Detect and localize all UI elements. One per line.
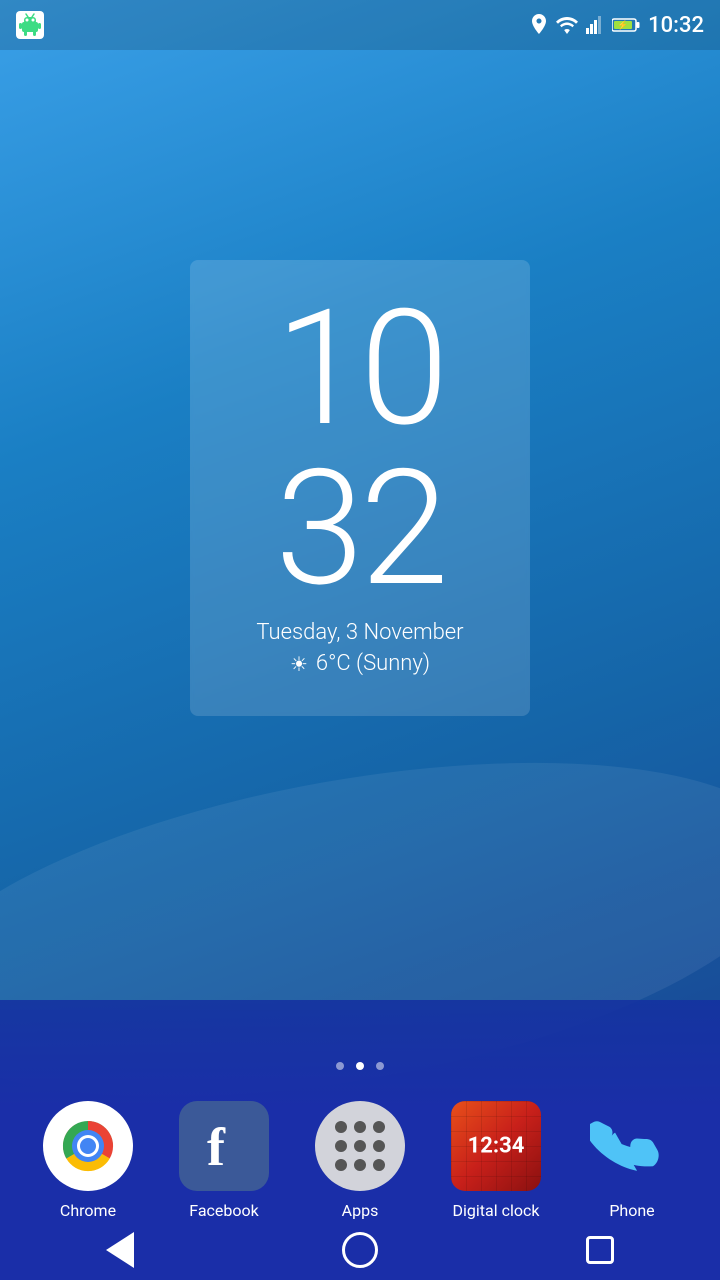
status-right: ⚡ 10:32 <box>530 13 704 38</box>
location-icon <box>530 14 548 36</box>
nav-back-icon <box>106 1232 134 1268</box>
phone-svg-icon <box>590 1104 675 1189</box>
nav-recents-icon <box>586 1236 614 1264</box>
chrome-icon <box>43 1101 133 1191</box>
app-apps[interactable]: Apps <box>315 1101 405 1220</box>
phone-label: Phone <box>609 1201 654 1220</box>
app-dock: Chrome f Facebook Apps <box>0 1101 720 1220</box>
apps-dot-2 <box>354 1121 366 1133</box>
nav-home-button[interactable] <box>330 1230 390 1270</box>
page-dot-1[interactable] <box>336 1062 344 1070</box>
app-phone[interactable]: Phone <box>587 1101 677 1220</box>
app-digital-clock[interactable]: 12:34 Digital clock <box>451 1101 541 1220</box>
facebook-icon: f <box>179 1101 269 1191</box>
nav-home-icon <box>342 1232 378 1268</box>
nav-recents-button[interactable] <box>570 1230 630 1270</box>
app-chrome[interactable]: Chrome <box>43 1101 133 1220</box>
battery-icon: ⚡ <box>612 17 640 33</box>
nav-back-button[interactable] <box>90 1230 150 1270</box>
svg-text:⚡: ⚡ <box>618 19 629 31</box>
facebook-label: Facebook <box>189 1201 258 1220</box>
digital-clock-icon: 12:34 <box>451 1101 541 1191</box>
wifi-icon <box>556 16 578 34</box>
nav-bar <box>0 1220 720 1280</box>
status-bar: ⚡ 10:32 <box>0 0 720 50</box>
apps-label: Apps <box>342 1201 379 1220</box>
apps-grid <box>325 1111 395 1181</box>
digital-clock-time: 12:34 <box>468 1134 525 1159</box>
digital-clock-label: Digital clock <box>453 1201 540 1220</box>
clock-widget: 10 32 Tuesday, 3 November ☀ 6°C (Sunny) <box>190 260 530 716</box>
phone-icon <box>587 1101 677 1191</box>
clock-hour: 10 <box>230 290 490 450</box>
clock-date: Tuesday, 3 November <box>230 620 490 645</box>
clock-weather: ☀ 6°C (Sunny) <box>230 651 490 676</box>
apps-dot-9 <box>373 1159 385 1171</box>
sun-icon: ☀ <box>290 652 308 676</box>
apps-dot-1 <box>335 1121 347 1133</box>
apps-dot-7 <box>335 1159 347 1171</box>
apps-icon <box>315 1101 405 1191</box>
apps-dot-6 <box>373 1140 385 1152</box>
apps-dot-5 <box>354 1140 366 1152</box>
app-facebook[interactable]: f Facebook <box>179 1101 269 1220</box>
status-time: 10:32 <box>648 13 704 38</box>
apps-dot-3 <box>373 1121 385 1133</box>
apps-dot-8 <box>354 1159 366 1171</box>
signal-icon <box>586 16 604 34</box>
clock-minute: 32 <box>230 450 490 610</box>
page-indicators <box>336 1062 384 1070</box>
facebook-svg-icon: f <box>197 1119 252 1174</box>
apps-dot-4 <box>335 1140 347 1152</box>
page-dot-3[interactable] <box>376 1062 384 1070</box>
clock-weather-text: 6°C (Sunny) <box>316 651 430 676</box>
status-left <box>16 11 44 39</box>
chrome-svg-icon <box>43 1101 133 1191</box>
android-notification-icon <box>16 11 44 39</box>
page-dot-2[interactable] <box>356 1062 364 1070</box>
chrome-label: Chrome <box>60 1201 116 1220</box>
svg-text:f: f <box>207 1119 226 1174</box>
